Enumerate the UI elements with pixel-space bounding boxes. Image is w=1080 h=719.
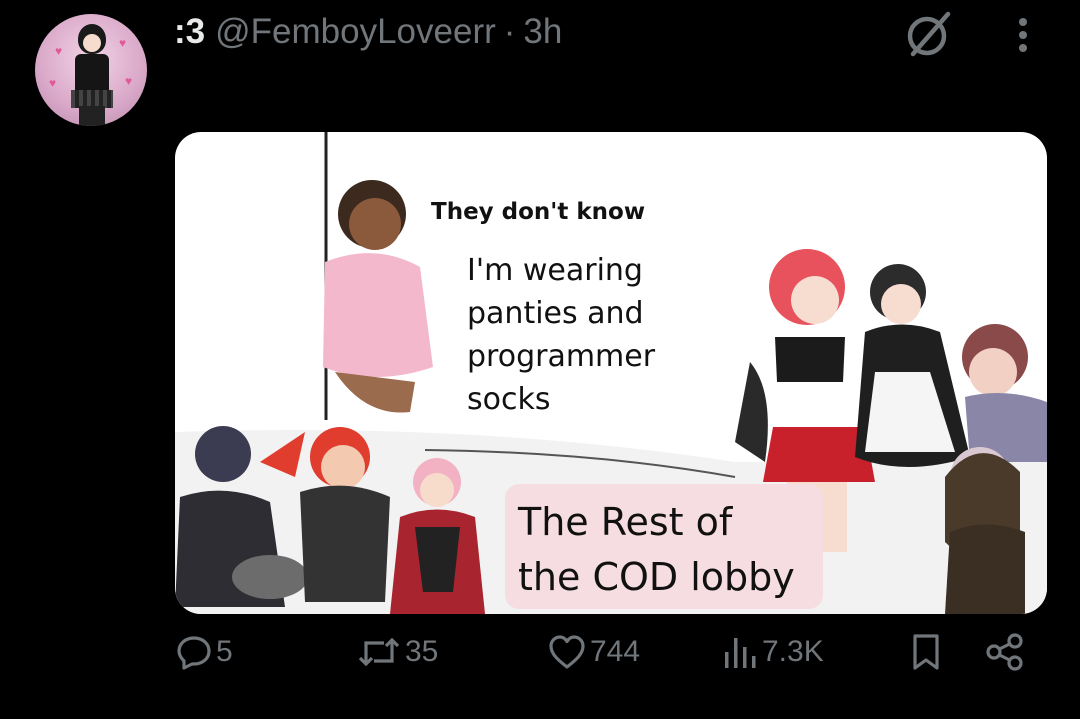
views-count: 7.3K (762, 635, 824, 668)
like-count: 744 (590, 635, 641, 668)
heart-icon: ♥ (55, 44, 63, 58)
views-button[interactable]: 7.3K (722, 627, 824, 677)
reply-button[interactable]: 5 (176, 627, 233, 677)
more-icon[interactable] (1010, 16, 1036, 61)
heart-icon: ♥ (119, 36, 127, 50)
heart-icon: ♥ (125, 74, 133, 88)
like-button[interactable]: 744 (548, 627, 640, 677)
post-time[interactable]: 3h (523, 12, 562, 52)
share-button[interactable] (985, 627, 1025, 677)
avatar[interactable]: ♥ ♥ ♥ ♥ (35, 14, 147, 126)
repost-count: 35 (405, 635, 439, 668)
repost-button[interactable]: 35 (357, 627, 438, 677)
user-handle[interactable]: @FemboyLoveerr (215, 12, 496, 52)
bookmark-icon (913, 634, 939, 670)
meme-body-text: I'm wearing panties and programmer socks (467, 253, 656, 417)
post-media-image[interactable]: They don't know I'm wearing panties and … (175, 132, 1047, 614)
separator-dot: · (503, 12, 516, 51)
grok-icon[interactable] (900, 6, 958, 69)
like-icon (549, 635, 585, 669)
post-header: :3 @FemboyLoveerr · 3h (174, 12, 562, 52)
share-icon (986, 633, 1023, 671)
bookmark-button[interactable] (910, 627, 942, 677)
views-icon (725, 638, 756, 668)
repost-icon (358, 637, 400, 667)
display-name[interactable]: :3 (174, 12, 205, 52)
meme-title-text: They don't know (431, 199, 646, 225)
reply-icon (177, 636, 211, 670)
heart-icon: ♥ (49, 76, 57, 90)
meme-caption-text: The Rest of the COD lobby (518, 500, 795, 599)
reply-count: 5 (216, 635, 233, 668)
post-action-bar: 5 35 744 7.3K (0, 627, 1080, 677)
